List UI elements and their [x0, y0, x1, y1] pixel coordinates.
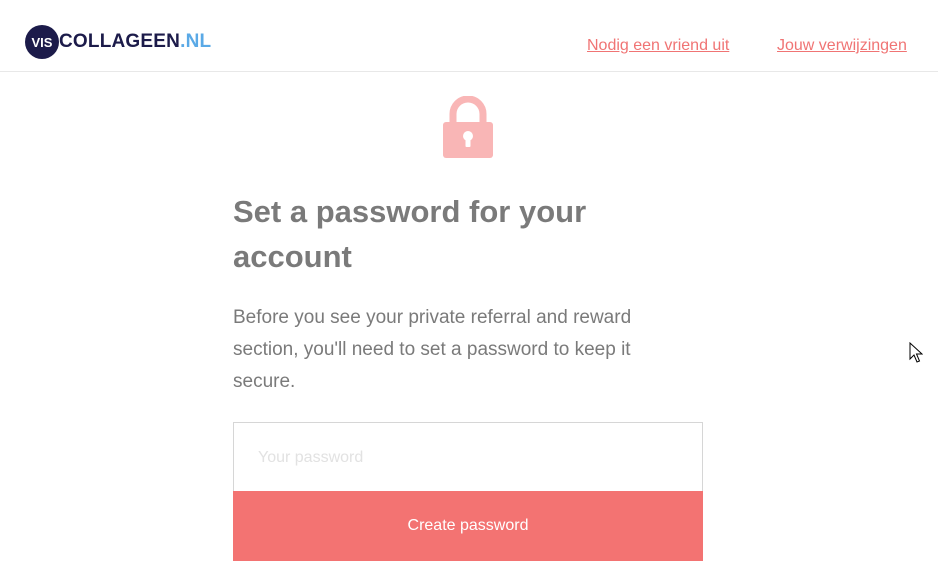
- logo[interactable]: VIS COLLAGEEN .NL: [25, 25, 211, 59]
- logo-extension: .NL: [180, 31, 212, 52]
- logo-badge: VIS: [25, 25, 59, 59]
- mouse-cursor-icon: [909, 342, 923, 363]
- top-bar: VIS COLLAGEEN .NL Nodig een vriend uit J…: [0, 0, 938, 72]
- nav-invite-friend-link[interactable]: Nodig een vriend uit: [587, 37, 729, 55]
- password-input[interactable]: [233, 422, 703, 492]
- create-password-button[interactable]: Create password: [233, 491, 703, 561]
- page-description: Before you see your private referral and…: [233, 307, 632, 392]
- logo-wordmark: COLLAGEEN: [59, 31, 181, 52]
- page-title: Set a password for your account: [233, 194, 587, 274]
- lock-icon: [443, 96, 493, 158]
- nav-referrals-link[interactable]: Jouw verwijzingen: [777, 37, 907, 55]
